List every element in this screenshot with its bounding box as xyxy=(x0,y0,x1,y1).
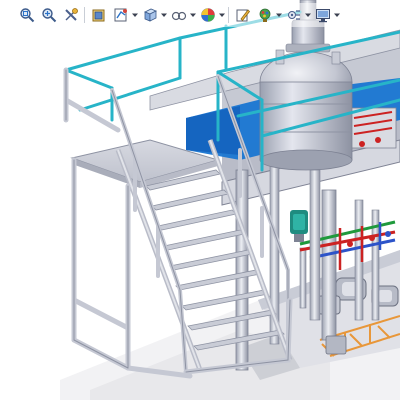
display-style-icon xyxy=(171,7,187,23)
view-settings-button[interactable] xyxy=(283,4,304,26)
chevron-down-icon[interactable] xyxy=(132,4,138,26)
chevron-down-icon[interactable] xyxy=(161,4,167,26)
chevron-down-icon[interactable] xyxy=(305,4,311,26)
hide-show-items-button[interactable] xyxy=(197,4,218,26)
edit-appearance-icon xyxy=(235,7,251,23)
view-orientation-icon xyxy=(142,7,158,23)
apply-scene-icon xyxy=(257,7,273,23)
edit-appearance-button[interactable] xyxy=(232,4,253,26)
toolbar-separator xyxy=(228,7,229,23)
3d-model-viewport[interactable] xyxy=(0,0,400,400)
teal-pump xyxy=(290,210,308,242)
zoom-to-fit-icon xyxy=(19,7,35,23)
apply-scene-button[interactable] xyxy=(254,4,275,26)
section-view-button[interactable] xyxy=(88,4,109,26)
section-view-icon xyxy=(91,7,107,23)
previous-view-button[interactable] xyxy=(60,4,81,26)
monitor-icon xyxy=(315,7,331,23)
heads-up-view-toolbar xyxy=(14,3,342,27)
zoom-to-area-icon xyxy=(41,7,57,23)
chevron-down-icon[interactable] xyxy=(219,4,225,26)
view-orientation-button[interactable] xyxy=(139,4,160,26)
view-settings-icon xyxy=(286,7,302,23)
zoom-to-fit-button[interactable] xyxy=(16,4,37,26)
deck-equipment xyxy=(349,107,397,149)
chevron-down-icon[interactable] xyxy=(190,4,196,26)
dynamic-annotation-icon xyxy=(113,7,129,23)
chevron-down-icon[interactable] xyxy=(276,4,282,26)
monitor-button[interactable] xyxy=(312,4,333,26)
chevron-down-icon[interactable] xyxy=(334,4,340,26)
display-style-button[interactable] xyxy=(168,4,189,26)
dynamic-annotation-button[interactable] xyxy=(110,4,131,26)
previous-view-icon xyxy=(63,7,79,23)
toolbar-separator xyxy=(84,7,85,23)
hide-show-items-icon xyxy=(200,7,216,23)
zoom-to-area-button[interactable] xyxy=(38,4,59,26)
